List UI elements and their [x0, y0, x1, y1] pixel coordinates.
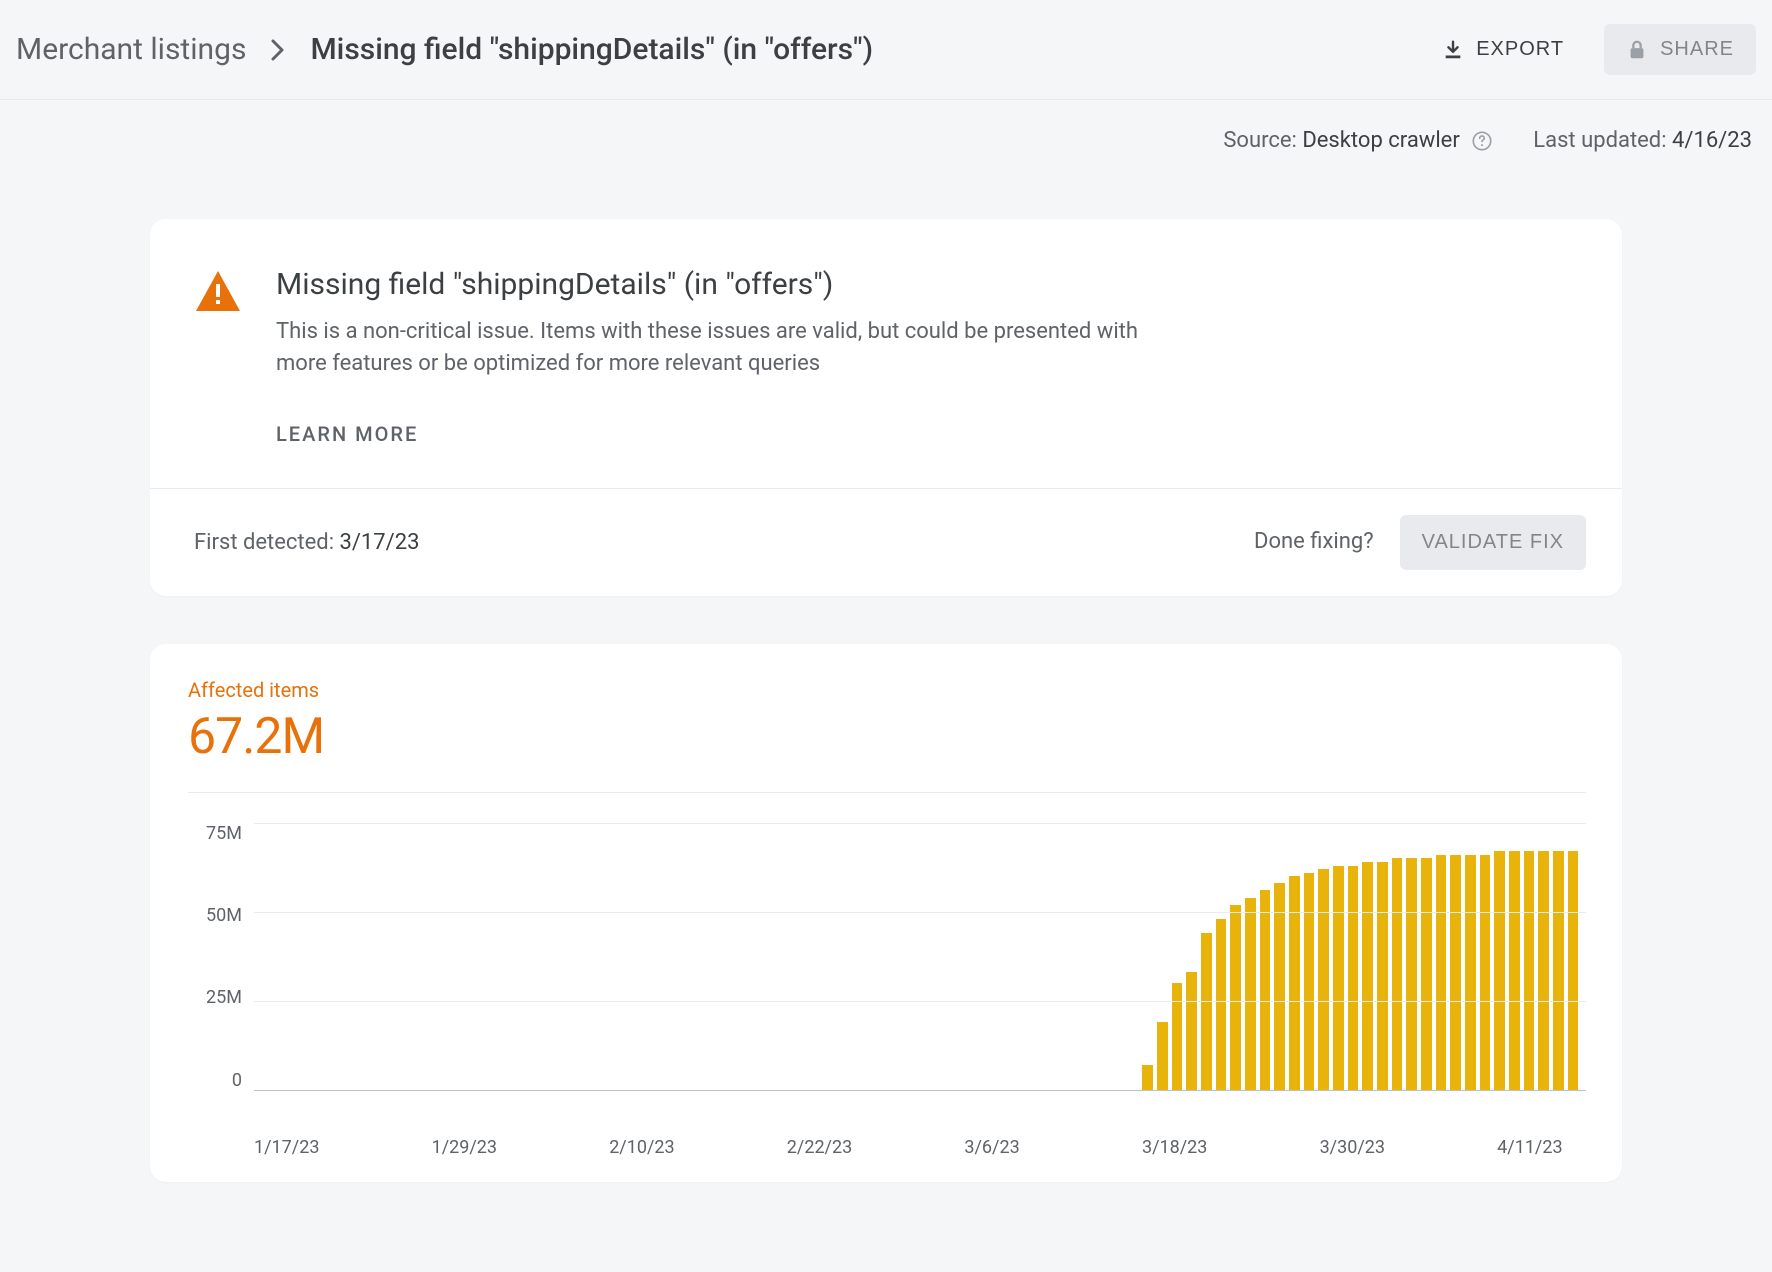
chart-bar[interactable] [1348, 866, 1359, 1090]
chart-bar[interactable] [1421, 858, 1432, 1089]
help-icon[interactable] [1471, 130, 1493, 152]
chart-bar[interactable] [1304, 873, 1315, 1090]
chart-bar[interactable] [1450, 855, 1461, 1090]
chart-bar[interactable] [1362, 862, 1373, 1090]
chart-x-tick: 4/11/23 [1497, 1137, 1586, 1158]
export-label: EXPORT [1476, 38, 1564, 61]
chart-bar[interactable] [1333, 866, 1344, 1090]
validation-area: Done fixing? VALIDATE FIX [1254, 515, 1586, 570]
meta-row: Source: Desktop crawler Last updated: 4/… [0, 100, 1772, 163]
done-fixing-label: Done fixing? [1254, 529, 1374, 554]
chart-bar[interactable] [1436, 855, 1447, 1090]
chart-bar[interactable] [1392, 858, 1403, 1089]
chart-card: Affected items 67.2M 75M 50M 25M 0 1/17/231… [150, 644, 1622, 1182]
chart-bar[interactable] [1480, 855, 1491, 1090]
chart-bar[interactable] [1509, 851, 1520, 1090]
chart-y-tick: 50M [206, 905, 242, 926]
chart-bar[interactable] [1289, 876, 1300, 1090]
chart-bar[interactable] [1157, 1022, 1168, 1090]
chart-bar[interactable] [1494, 851, 1505, 1090]
chart-y-tick: 75M [206, 823, 242, 844]
first-detected: First detected: 3/17/23 [194, 530, 419, 555]
chart-x-tick: 1/17/23 [254, 1137, 432, 1158]
share-button[interactable]: SHARE [1604, 24, 1756, 75]
chart-bar[interactable] [1201, 933, 1212, 1090]
warning-icon [194, 269, 242, 446]
chart-x-tick: 3/6/23 [964, 1137, 1142, 1158]
chart-bar[interactable] [1274, 883, 1285, 1089]
issue-title: Missing field "shippingDetails" (in "off… [276, 267, 1176, 302]
chart-bar[interactable] [1553, 851, 1564, 1090]
chart-bar[interactable] [1406, 858, 1417, 1089]
chart-x-tick: 3/18/23 [1142, 1137, 1320, 1158]
chart-y-tick: 0 [232, 1070, 242, 1091]
issue-body: Missing field "shippingDetails" (in "off… [150, 219, 1622, 488]
issue-card: Missing field "shippingDetails" (in "off… [150, 219, 1622, 596]
chart-gridline [254, 1001, 1586, 1002]
chart-bar[interactable] [1568, 851, 1579, 1090]
first-detected-label: First detected: [194, 530, 339, 555]
chart-gridline [254, 912, 1586, 913]
chart: 75M 50M 25M 0 [188, 823, 1586, 1123]
affected-items-label: Affected items [188, 678, 1586, 702]
last-updated-value: 4/16/23 [1672, 128, 1752, 153]
chart-bar[interactable] [1318, 869, 1329, 1090]
page-header: Merchant listings Missing field "shippin… [0, 0, 1772, 100]
chart-x-tick: 2/10/23 [609, 1137, 787, 1158]
chart-x-axis: 1/17/231/29/232/10/232/22/233/6/233/18/2… [254, 1137, 1586, 1158]
chart-bar[interactable] [1524, 851, 1535, 1090]
learn-more-link[interactable]: LEARN MORE [276, 422, 418, 446]
breadcrumb-current: Missing field "shippingDetails" (in "off… [310, 32, 873, 67]
chart-x-tick: 1/29/23 [432, 1137, 610, 1158]
chart-bar[interactable] [1538, 851, 1549, 1090]
chart-y-tick: 25M [206, 987, 242, 1008]
last-updated-info: Last updated: 4/16/23 [1533, 128, 1752, 153]
source-label: Source: [1223, 128, 1302, 153]
share-label: SHARE [1660, 38, 1734, 61]
header-actions: EXPORT SHARE [1420, 24, 1756, 75]
chart-bar[interactable] [1377, 862, 1388, 1090]
chart-plot-area [254, 823, 1586, 1091]
affected-items-value: 67.2M [188, 708, 1586, 766]
chart-x-tick: 2/22/23 [787, 1137, 965, 1158]
breadcrumb: Merchant listings Missing field "shippin… [16, 32, 873, 67]
chart-y-axis: 75M 50M 25M 0 [188, 823, 254, 1091]
lock-icon [1626, 39, 1648, 61]
issue-footer: First detected: 3/17/23 Done fixing? VAL… [150, 488, 1622, 596]
chart-bar[interactable] [1260, 890, 1271, 1089]
download-icon [1442, 39, 1464, 61]
first-detected-value: 3/17/23 [339, 530, 419, 555]
chevron-right-icon [270, 38, 286, 62]
chart-bar[interactable] [1465, 855, 1476, 1090]
source-info: Source: Desktop crawler [1223, 128, 1493, 153]
issue-description: This is a non-critical issue. Items with… [276, 316, 1176, 380]
chart-bar[interactable] [1172, 983, 1183, 1090]
source-value: Desktop crawler [1302, 128, 1459, 153]
chart-bar[interactable] [1245, 898, 1256, 1090]
chart-divider [188, 792, 1586, 793]
export-button[interactable]: EXPORT [1420, 24, 1586, 75]
chart-bar[interactable] [1142, 1065, 1153, 1090]
chart-bar[interactable] [1216, 919, 1227, 1090]
chart-bar[interactable] [1230, 905, 1241, 1090]
chart-bars [254, 823, 1586, 1090]
chart-gridline [254, 823, 1586, 824]
last-updated-label: Last updated: [1533, 128, 1672, 153]
breadcrumb-root[interactable]: Merchant listings [16, 32, 246, 67]
chart-bar[interactable] [1186, 972, 1197, 1089]
validate-fix-button[interactable]: VALIDATE FIX [1400, 515, 1586, 570]
chart-x-tick: 3/30/23 [1320, 1137, 1498, 1158]
